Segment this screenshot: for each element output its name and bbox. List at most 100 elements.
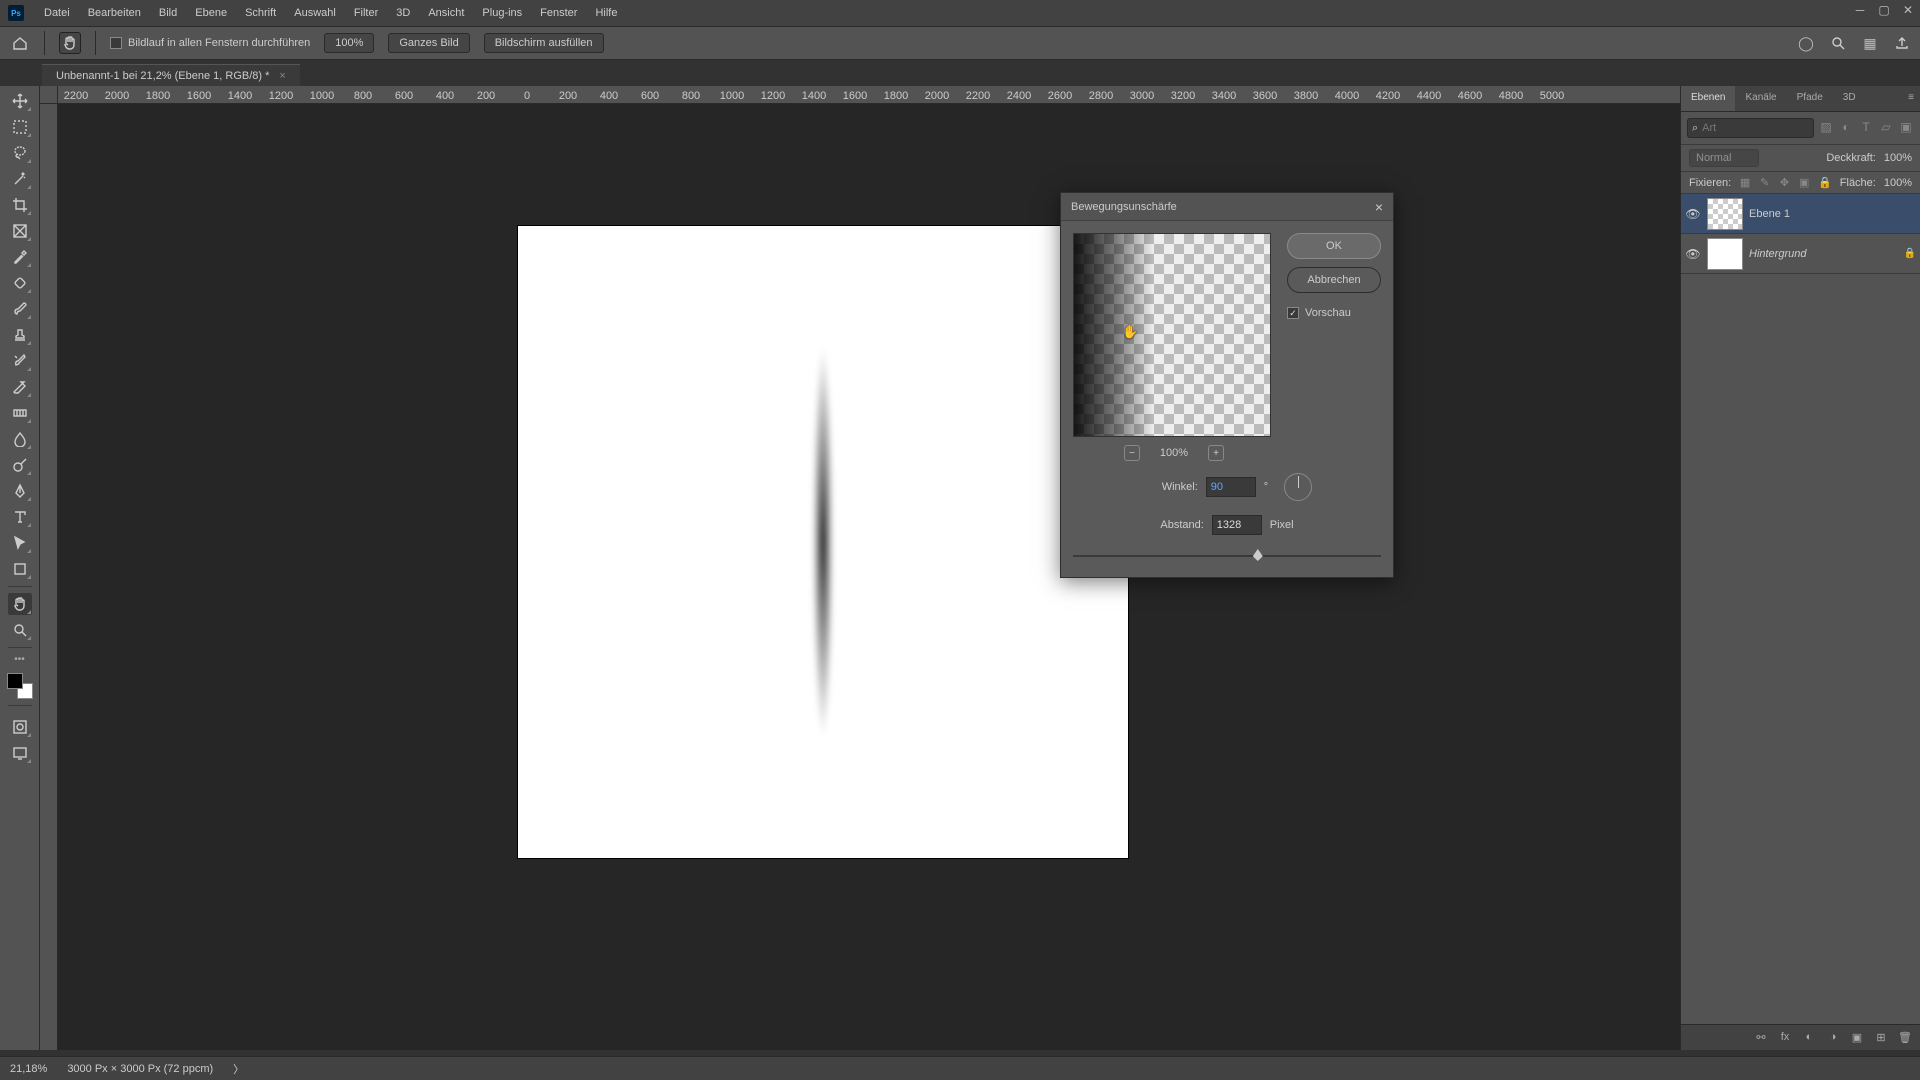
fill-value[interactable]: 100% [1884, 177, 1912, 189]
filter-smart-icon[interactable]: ▣ [1898, 120, 1914, 136]
hand-tool[interactable] [8, 593, 32, 615]
status-zoom[interactable]: 21,18% [10, 1063, 47, 1075]
layer-name[interactable]: Ebene 1 [1749, 208, 1790, 220]
foreground-color[interactable] [7, 673, 23, 689]
menu-file[interactable]: Datei [36, 3, 78, 23]
lock-pixels-icon[interactable]: ▦ [1739, 176, 1751, 189]
dialog-titlebar[interactable]: Bewegungsunschärfe × [1061, 193, 1393, 221]
filter-image-icon[interactable]: ▨ [1818, 120, 1834, 136]
share-icon[interactable] [1894, 35, 1910, 51]
menu-window[interactable]: Fenster [532, 3, 585, 23]
menu-help[interactable]: Hilfe [587, 3, 625, 23]
menu-3d[interactable]: 3D [388, 3, 418, 23]
tab-paths[interactable]: Pfade [1787, 86, 1833, 111]
heal-tool[interactable] [8, 272, 32, 294]
stamp-tool[interactable] [8, 324, 32, 346]
lock-artboard-icon[interactable]: ▣ [1798, 176, 1810, 189]
screenmode-tool[interactable] [8, 742, 32, 764]
frame-tool[interactable] [8, 220, 32, 242]
menu-edit[interactable]: Bearbeiten [80, 3, 149, 23]
zoom-tool[interactable] [8, 619, 32, 641]
lasso-tool[interactable] [8, 142, 32, 164]
edit-toolbar-icon[interactable]: ••• [14, 654, 25, 665]
brush-tool[interactable] [8, 298, 32, 320]
eyedropper-tool[interactable] [8, 246, 32, 268]
scroll-all-windows-checkbox[interactable]: Bildlauf in allen Fenstern durchführen [110, 37, 310, 49]
distance-input[interactable] [1212, 515, 1262, 535]
menu-type[interactable]: Schrift [237, 3, 284, 23]
link-layers-icon[interactable]: ⚯ [1754, 1031, 1768, 1045]
history-brush-tool[interactable] [8, 350, 32, 372]
layer-filter-field[interactable]: ⌕ Art [1687, 118, 1814, 138]
angle-dial[interactable] [1284, 473, 1312, 501]
panel-menu-icon[interactable]: ≡ [1902, 86, 1920, 111]
path-select-tool[interactable] [8, 532, 32, 554]
tab-layers[interactable]: Ebenen [1681, 86, 1735, 111]
filter-type-icon[interactable]: T [1858, 120, 1874, 136]
cancel-button[interactable]: Abbrechen [1287, 267, 1381, 293]
zoom-100-button[interactable]: 100% [324, 33, 374, 53]
layer-fx-icon[interactable]: fx [1778, 1031, 1792, 1045]
layer-thumbnail[interactable] [1707, 238, 1743, 270]
blend-mode-dropdown[interactable]: Normal [1689, 149, 1759, 167]
document-tab[interactable]: Unbenannt-1 bei 21,2% (Ebene 1, RGB/8) *… [42, 64, 300, 86]
tab-channels[interactable]: Kanäle [1735, 86, 1786, 111]
opacity-value[interactable]: 100% [1884, 152, 1912, 164]
ok-button[interactable]: OK [1287, 233, 1381, 259]
tab-3d[interactable]: 3D [1833, 86, 1866, 111]
slider-thumb-icon[interactable] [1253, 549, 1263, 561]
layer-mask-icon[interactable]: ◐ [1802, 1031, 1816, 1045]
menu-filter[interactable]: Filter [346, 3, 386, 23]
filter-adjust-icon[interactable]: ◐ [1838, 120, 1854, 136]
visibility-icon[interactable]: 👁 [1685, 247, 1701, 261]
status-info[interactable]: 3000 Px × 3000 Px (72 ppcm) [67, 1063, 213, 1075]
menu-image[interactable]: Bild [151, 3, 185, 23]
window-close[interactable]: ✕ [1902, 4, 1914, 16]
menu-layer[interactable]: Ebene [187, 3, 235, 23]
layer-row[interactable]: 👁 Ebene 1 [1681, 194, 1920, 234]
eraser-tool[interactable] [8, 376, 32, 398]
document-canvas[interactable] [518, 226, 1128, 858]
new-layer-icon[interactable]: ⊞ [1874, 1031, 1888, 1045]
search-icon[interactable] [1830, 35, 1846, 51]
cloud-docs-icon[interactable]: ◯ [1798, 35, 1814, 51]
type-tool[interactable] [8, 506, 32, 528]
dialog-preview[interactable]: ✋ [1073, 233, 1271, 437]
close-tab-icon[interactable]: × [279, 70, 285, 82]
crop-tool[interactable] [8, 194, 32, 216]
lock-brush-icon[interactable]: ✎ [1759, 176, 1771, 189]
angle-input[interactable] [1206, 477, 1256, 497]
adjustment-layer-icon[interactable]: ◑ [1826, 1031, 1840, 1045]
horizontal-ruler[interactable]: 2200200018001600140012001000800600400200… [58, 86, 1680, 104]
lock-all-icon[interactable]: 🔒 [1818, 176, 1832, 189]
layer-name[interactable]: Hintergrund [1749, 248, 1806, 260]
color-swatch[interactable] [7, 673, 33, 699]
quickmask-tool[interactable] [8, 716, 32, 738]
shape-tool[interactable] [8, 558, 32, 580]
vertical-ruler[interactable] [40, 104, 58, 1050]
window-maximize[interactable]: ▢ [1878, 4, 1890, 16]
status-more-icon[interactable]: 〉 [233, 1061, 244, 1077]
layer-row[interactable]: 👁 Hintergrund 🔒 [1681, 234, 1920, 274]
zoom-in-icon[interactable]: + [1208, 445, 1224, 461]
dodge-tool[interactable] [8, 454, 32, 476]
fit-whole-button[interactable]: Ganzes Bild [388, 33, 469, 53]
distance-slider[interactable] [1073, 549, 1381, 563]
workspace-icon[interactable]: ▦ [1862, 35, 1878, 51]
home-icon[interactable] [10, 33, 30, 53]
window-minimize[interactable]: ─ [1854, 4, 1866, 16]
marquee-tool[interactable] [8, 116, 32, 138]
gradient-tool[interactable] [8, 402, 32, 424]
dialog-close-icon[interactable]: × [1375, 199, 1383, 215]
zoom-out-icon[interactable]: − [1124, 445, 1140, 461]
pen-tool[interactable] [8, 480, 32, 502]
visibility-icon[interactable]: 👁 [1685, 207, 1701, 221]
preview-checkbox[interactable]: ✓ Vorschau [1287, 307, 1381, 319]
group-icon[interactable]: ▣ [1850, 1031, 1864, 1045]
menu-view[interactable]: Ansicht [420, 3, 472, 23]
canvas-area[interactable]: 2200200018001600140012001000800600400200… [40, 86, 1680, 1050]
lock-position-icon[interactable]: ✥ [1779, 176, 1791, 189]
filter-shape-icon[interactable]: ▱ [1878, 120, 1894, 136]
menu-plugins[interactable]: Plug-ins [474, 3, 530, 23]
delete-layer-icon[interactable]: 🗑 [1898, 1031, 1912, 1045]
